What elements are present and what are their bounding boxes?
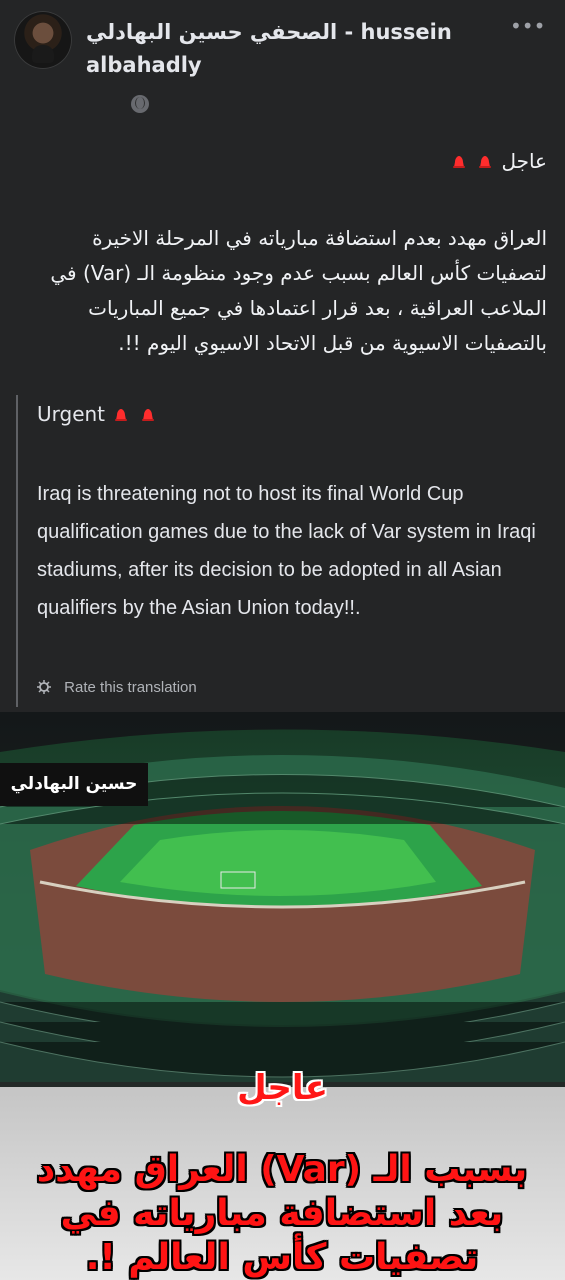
siren-icon	[477, 153, 493, 169]
arabic-post-body: العراق مهدد بعدم استضافة مبارياته في الم…	[50, 226, 547, 355]
author-avatar[interactable]	[14, 11, 72, 69]
translated-text: Iraq is threatening not to host its fina…	[37, 483, 536, 619]
siren-icon	[140, 406, 156, 422]
author-name[interactable]: الصحفي حسين البهادلي - hussein albahadly	[86, 16, 496, 82]
rate-translation-link[interactable]: Rate this translation	[36, 677, 197, 699]
rate-translation-label: Rate this translation	[64, 679, 197, 696]
post-header: الصحفي حسين البهادلي - hussein albahadly…	[0, 0, 565, 120]
siren-icon	[451, 153, 467, 169]
urgent-label: Urgent	[37, 402, 106, 426]
siren-icon	[113, 406, 129, 422]
globe-icon[interactable]	[131, 95, 149, 113]
urgent-label-ar: عاجل	[501, 149, 547, 173]
image-title: عاجل	[237, 1068, 328, 1108]
image-watermark: حسين البهادلي	[0, 763, 148, 806]
arabic-urgent-line: عاجل	[18, 146, 547, 176]
translation-heading: Urgent	[37, 395, 158, 433]
image-headline: بسبب الـ (Var) العراق مهدد بعد استضافة م…	[36, 1149, 528, 1278]
more-horizontal-icon[interactable]: •••	[510, 16, 545, 36]
gear-icon[interactable]	[36, 679, 52, 695]
